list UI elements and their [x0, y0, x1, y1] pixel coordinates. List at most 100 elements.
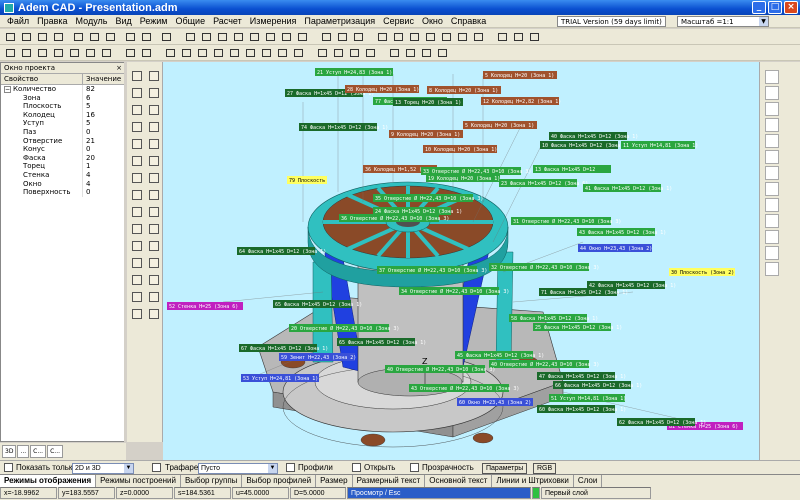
- tool-icon[interactable]: [148, 257, 159, 268]
- tab-panel-2[interactable]: ...: [17, 445, 30, 458]
- menu-general[interactable]: Общие: [172, 16, 210, 26]
- offset-icon[interactable]: [212, 47, 224, 58]
- pan-icon[interactable]: [440, 31, 452, 42]
- tool-icon[interactable]: [148, 155, 159, 166]
- tab-group-select[interactable]: Выбор группы: [181, 475, 243, 487]
- polyline-icon[interactable]: [36, 47, 48, 58]
- table-row[interactable]: Паз 0: [1, 127, 124, 137]
- help-icon[interactable]: [160, 31, 172, 42]
- tool-icon[interactable]: [131, 104, 142, 115]
- table-row[interactable]: Конус 0: [1, 145, 124, 154]
- maximize-button[interactable]: □: [768, 1, 782, 14]
- profiles-checkbox[interactable]: [286, 463, 295, 472]
- tool-icon[interactable]: [148, 189, 159, 200]
- view-iso2-icon[interactable]: [248, 31, 260, 42]
- ortho-icon[interactable]: [352, 31, 364, 42]
- tab-display-modes[interactable]: Режимы отображения: [0, 475, 97, 487]
- model-canvas[interactable]: Z 21 Уступ H=24,83 (Зона 1) 5 Колодец H=…: [163, 62, 759, 460]
- view-side-icon[interactable]: [216, 31, 228, 42]
- zoom-out-icon[interactable]: [392, 31, 404, 42]
- refresh-icon[interactable]: [472, 31, 484, 42]
- hidden-line-icon[interactable]: [528, 31, 540, 42]
- open-file-icon[interactable]: [20, 31, 32, 42]
- tool-icon[interactable]: [148, 308, 159, 319]
- tab-profile-select[interactable]: Выбор профилей: [242, 475, 317, 487]
- tool-icon[interactable]: [131, 274, 142, 285]
- menu-module[interactable]: Модуль: [72, 16, 112, 26]
- rect-tool-icon[interactable]: [164, 47, 176, 58]
- zoom-all-icon[interactable]: [424, 31, 436, 42]
- menu-window[interactable]: Окно: [418, 16, 447, 26]
- tool-icon[interactable]: [148, 223, 159, 234]
- column-header-property[interactable]: Свойство: [1, 74, 83, 84]
- view-iso4-icon[interactable]: [280, 31, 292, 42]
- collapse-icon[interactable]: −: [4, 86, 11, 93]
- redo-icon[interactable]: [140, 31, 152, 42]
- array-icon[interactable]: [276, 47, 288, 58]
- zoom-in-icon[interactable]: [376, 31, 388, 42]
- table-row[interactable]: Плоскость 5: [1, 102, 124, 111]
- area-icon[interactable]: [404, 47, 416, 58]
- menu-help[interactable]: Справка: [447, 16, 490, 26]
- tab-main-text[interactable]: Основной текст: [425, 475, 493, 487]
- view-iso5-icon[interactable]: [296, 31, 308, 42]
- cut-icon[interactable]: [72, 31, 84, 42]
- view-front-icon[interactable]: [184, 31, 196, 42]
- pen-icon[interactable]: [765, 166, 779, 180]
- tool-icon[interactable]: [148, 121, 159, 132]
- paste-icon[interactable]: [104, 31, 116, 42]
- tool-icon[interactable]: [148, 172, 159, 183]
- circle-icon[interactable]: [68, 47, 80, 58]
- zoom-window-icon[interactable]: [408, 31, 420, 42]
- table-row[interactable]: Фаска 20: [1, 153, 124, 163]
- tab-dimension[interactable]: Размер: [316, 475, 353, 487]
- view-iso3-icon[interactable]: [264, 31, 276, 42]
- pencil-icon[interactable]: [765, 182, 779, 196]
- tool-icon[interactable]: [131, 206, 142, 217]
- parameters-button[interactable]: Параметры: [482, 463, 528, 474]
- tool-icon[interactable]: [148, 240, 159, 251]
- tool-icon[interactable]: [148, 206, 159, 217]
- tool-icon[interactable]: [131, 223, 142, 234]
- tool-icon[interactable]: [148, 87, 159, 98]
- grid-icon[interactable]: [320, 31, 332, 42]
- save-icon[interactable]: [36, 31, 48, 42]
- status-layer[interactable]: Первый слой: [541, 487, 651, 499]
- leader-icon[interactable]: [364, 47, 376, 58]
- dimension-icon[interactable]: [316, 47, 328, 58]
- polygon-icon[interactable]: [765, 86, 779, 100]
- tool-icon[interactable]: [131, 291, 142, 302]
- stamp-icon[interactable]: [765, 230, 779, 244]
- extend-icon[interactable]: [244, 47, 256, 58]
- model-viewport[interactable]: Z 21 Уступ H=24,83 (Зона 1) 5 Колодец H=…: [163, 62, 759, 460]
- tool-icon[interactable]: [148, 291, 159, 302]
- pentagon-icon[interactable]: [765, 102, 779, 116]
- tool-icon[interactable]: [148, 70, 159, 81]
- close-button[interactable]: ×: [784, 1, 798, 14]
- tab-build-modes[interactable]: Режимы построений: [96, 475, 181, 487]
- tool-icon[interactable]: [131, 257, 142, 268]
- close-icon[interactable]: ×: [116, 63, 122, 74]
- rotate-icon[interactable]: [456, 31, 468, 42]
- minimize-button[interactable]: _: [752, 1, 766, 14]
- brush-icon[interactable]: [765, 150, 779, 164]
- trim-icon[interactable]: [228, 47, 240, 58]
- tool-icon[interactable]: [131, 189, 142, 200]
- arc-icon[interactable]: [52, 47, 64, 58]
- tool-icon[interactable]: [148, 274, 159, 285]
- view-top-icon[interactable]: [200, 31, 212, 42]
- open-checkbox[interactable]: [352, 463, 361, 472]
- mirror-icon[interactable]: [260, 47, 272, 58]
- tab-lines-hatching[interactable]: Линии и Штриховки: [492, 475, 574, 487]
- text-icon[interactable]: [332, 47, 344, 58]
- table-row[interactable]: Зона 6: [1, 93, 124, 103]
- shape2-icon[interactable]: [765, 134, 779, 148]
- redo2-icon[interactable]: [140, 47, 152, 58]
- measure-icon[interactable]: [388, 47, 400, 58]
- tool-icon[interactable]: [131, 138, 142, 149]
- menu-calc[interactable]: Расчет: [209, 16, 246, 26]
- chamfer-icon[interactable]: [196, 47, 208, 58]
- fillet-icon[interactable]: [180, 47, 192, 58]
- column-header-value[interactable]: Значение: [83, 74, 121, 84]
- menu-param[interactable]: Параметризация: [300, 16, 379, 26]
